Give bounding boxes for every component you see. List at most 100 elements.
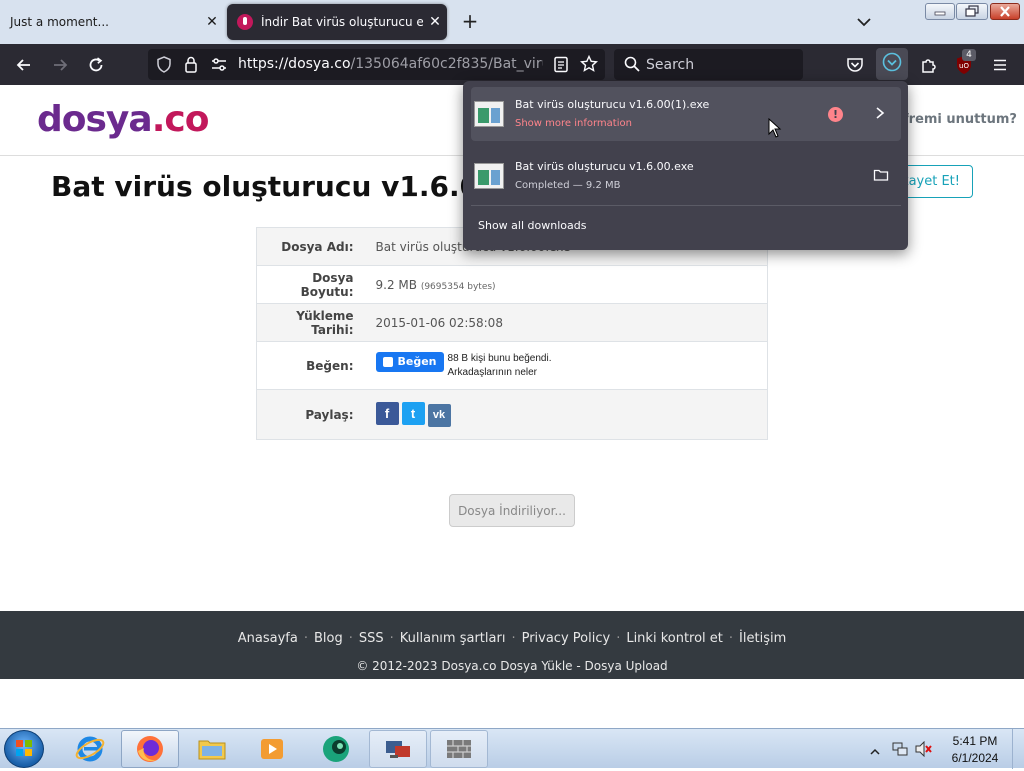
site-footer: Anasayfa · Blog · SSS · Kullanım şartları · Priv… xyxy=(0,611,1024,679)
network-app-icon[interactable] xyxy=(369,730,427,768)
url-path: /135064af60c2f835/Bat_virüs_olu xyxy=(350,56,543,72)
logo-main: dosya xyxy=(37,99,153,140)
tab-indir[interactable]: İndir Bat virüs oluşturucu exe ✕ xyxy=(227,4,447,40)
reload-icon[interactable] xyxy=(83,52,109,78)
table-row: Yükleme Tarihi: 2015-01-06 02:58:08 xyxy=(256,303,768,342)
url-bar[interactable]: https://dosya.co/135064af60c2f835/Bat_vi… xyxy=(148,49,605,80)
footer-links: Anasayfa · Blog · SSS · Kullanım şartları · Priv… xyxy=(0,631,1024,646)
file-name-label: Dosya Adı: xyxy=(256,227,362,266)
folder-icon[interactable] xyxy=(873,167,889,183)
warning-icon: ! xyxy=(828,107,843,122)
share-cell: f t vk xyxy=(361,389,768,440)
file-explorer-icon[interactable] xyxy=(183,730,241,768)
like-text-2: Arkadaşlarının neler xyxy=(447,366,538,378)
download-status: Completed — 9.2 MB xyxy=(515,180,621,191)
upload-date-value: 2015-01-06 02:58:08 xyxy=(361,303,768,342)
reader-view-icon[interactable] xyxy=(553,56,569,77)
close-tab-icon[interactable]: ✕ xyxy=(200,14,224,30)
search-icon xyxy=(624,56,640,76)
table-row: Beğen: Beğen 88 B kişi bunu beğendi. Arkad… xyxy=(256,341,768,390)
table-row: Paylaş: f t vk xyxy=(256,389,768,440)
search-bar[interactable]: Search xyxy=(614,49,803,80)
footer-separator: · xyxy=(616,631,621,646)
bookmark-star-icon[interactable] xyxy=(579,54,599,77)
internet-explorer-icon[interactable] xyxy=(61,730,119,768)
clock-time[interactable]: 5:41 PM xyxy=(950,734,1000,748)
search-placeholder: Search xyxy=(646,57,695,73)
footer-separator: · xyxy=(511,631,516,646)
download-file-name: Bat virüs oluşturucu v1.6.00(1).exe xyxy=(515,98,710,111)
show-more-information-link[interactable]: Show more information xyxy=(515,118,632,129)
table-row: Dosya Boyutu: 9.2 MB (9695354 bytes) xyxy=(256,265,768,304)
new-tab-button[interactable]: + xyxy=(458,10,482,34)
footer-link-privacy[interactable]: Privacy Policy xyxy=(522,631,611,646)
footer-link-sss[interactable]: SSS xyxy=(359,631,384,646)
twitter-share-icon[interactable]: t xyxy=(401,402,425,426)
media-player-icon[interactable] xyxy=(243,730,301,768)
download-file-name: Bat virüs oluşturucu v1.6.00.exe xyxy=(515,160,694,173)
show-desktop-button[interactable] xyxy=(1012,729,1024,769)
footer-separator: · xyxy=(389,631,394,646)
page-title: Bat virüs oluşturucu v1.6.00.e xyxy=(51,170,529,203)
lock-icon[interactable] xyxy=(184,56,198,77)
ublock-badge: 4 xyxy=(962,49,976,61)
green-app-icon[interactable] xyxy=(307,730,365,768)
footer-separator: · xyxy=(728,631,734,646)
footer-link-check[interactable]: Linki kontrol et xyxy=(626,631,723,646)
footer-link-terms[interactable]: Kullanım şartları xyxy=(400,631,506,646)
download-arrow-icon xyxy=(882,52,902,76)
footer-link-blog[interactable]: Blog xyxy=(314,631,343,646)
footer-link-anasayfa[interactable]: Anasayfa xyxy=(238,631,298,646)
download-item[interactable]: Bat virüs oluşturucu v1.6.00(1).exe Show… xyxy=(471,87,901,141)
file-size-label: Dosya Boyutu: xyxy=(256,265,362,304)
vk-share-icon[interactable]: vk xyxy=(427,403,451,427)
navigation-toolbar: https://dosya.co/135064af60c2f835/Bat_vi… xyxy=(0,44,1024,85)
start-button[interactable] xyxy=(4,730,44,768)
footer-link-contact[interactable]: İletişim xyxy=(739,631,786,646)
downloading-button[interactable]: Dosya İndiriliyor... xyxy=(449,494,575,527)
window-close-button[interactable] xyxy=(990,3,1020,20)
clock-date[interactable]: 6/1/2024 xyxy=(950,751,1000,765)
like-count-text: 88 B kişi bunu beğendi. Arkadaşlarının ne… xyxy=(448,352,552,380)
like-button-label: Beğen xyxy=(397,355,437,368)
forward-arrow-icon[interactable] xyxy=(47,52,73,78)
tab-strip: Just a moment... ✕ İndir Bat virüs oluşt… xyxy=(0,0,1024,44)
like-label: Beğen: xyxy=(256,341,362,390)
download-item[interactable]: Bat virüs oluşturucu v1.6.00.exe Complet… xyxy=(471,149,901,203)
tab-title: Just a moment... xyxy=(10,15,109,29)
pocket-icon[interactable] xyxy=(842,52,868,78)
mouse-cursor-icon xyxy=(768,117,782,142)
dosya-favicon-icon xyxy=(237,14,253,30)
extensions-puzzle-icon[interactable] xyxy=(916,52,942,78)
panel-divider xyxy=(471,205,901,206)
exe-file-icon xyxy=(474,101,504,127)
share-label: Paylaş: xyxy=(256,389,362,440)
url-text[interactable]: https://dosya.co/135064af60c2f835/Bat_vi… xyxy=(238,56,543,72)
tab-just-a-moment[interactable]: Just a moment... ✕ xyxy=(0,4,224,40)
wall-app-icon[interactable] xyxy=(430,730,488,768)
forgot-password-link[interactable]: fremi unuttum? xyxy=(903,112,1017,127)
show-all-downloads-link[interactable]: Show all downloads xyxy=(478,219,586,232)
window-restore-button[interactable] xyxy=(956,3,988,20)
site-permissions-icon[interactable] xyxy=(210,57,228,76)
file-size-value: 9.2 MB xyxy=(375,277,417,292)
exe-file-icon xyxy=(474,163,504,189)
volume-muted-icon[interactable] xyxy=(915,740,933,761)
close-tab-icon[interactable]: ✕ xyxy=(423,14,447,30)
menu-hamburger-icon[interactable] xyxy=(987,52,1013,78)
back-arrow-icon[interactable] xyxy=(11,52,37,78)
tracking-protection-shield-icon[interactable] xyxy=(156,56,172,77)
downloads-button[interactable] xyxy=(876,48,908,80)
firefox-icon[interactable] xyxy=(121,730,179,768)
chevron-right-icon[interactable] xyxy=(873,103,887,123)
network-icon[interactable] xyxy=(892,741,908,761)
file-size-bytes: (9695354 bytes) xyxy=(420,281,496,292)
tray-arrow-icon[interactable] xyxy=(870,742,880,761)
facebook-share-icon[interactable]: f xyxy=(375,402,399,426)
facebook-like-button[interactable]: Beğen xyxy=(375,351,444,372)
dosya-logo[interactable]: dosya.co xyxy=(37,99,209,140)
url-host: https://dosya.co xyxy=(238,56,351,72)
downloads-panel: Bat virüs oluşturucu v1.6.00(1).exe Show… xyxy=(463,81,908,250)
list-all-tabs-chevron-down-icon[interactable] xyxy=(852,12,876,32)
window-minimize-button[interactable] xyxy=(925,3,955,20)
